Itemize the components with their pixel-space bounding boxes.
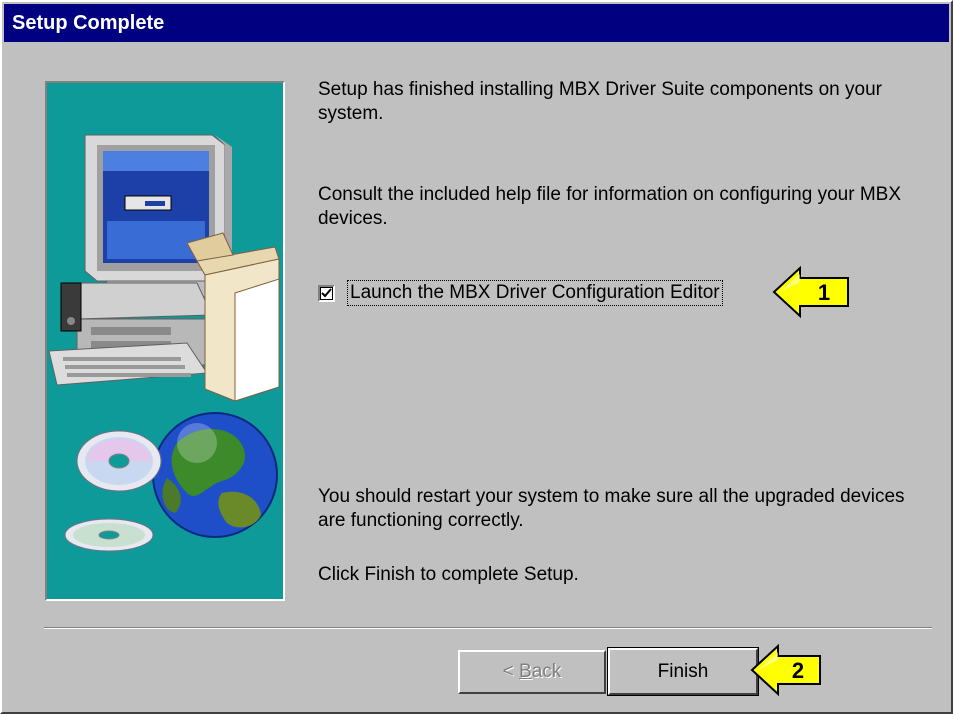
left-arrow-callout-icon: 1 — [772, 265, 849, 319]
computer-cd-globe-icon — [48, 134, 280, 552]
launch-editor-option[interactable]: Launch the MBX Driver Configuration Edit… — [318, 278, 723, 308]
back-button[interactable]: < Back — [458, 650, 606, 694]
setup-illustration-panel — [45, 81, 285, 601]
setup-complete-dialog: Setup Complete Setup has finished instal… — [0, 0, 953, 714]
finish-instruction-text: Click Finish to complete Setup. — [318, 564, 579, 585]
callout-2-number: 2 — [792, 658, 804, 683]
help-file-text: Consult the included help file for infor… — [318, 184, 901, 229]
back-button-rest: ack — [531, 661, 562, 682]
launch-editor-checkbox[interactable] — [318, 284, 335, 302]
callout-1: 1 — [772, 264, 852, 325]
left-arrow-callout-icon: 2 — [750, 643, 821, 697]
callout-1-number: 1 — [818, 280, 830, 305]
check-mark-icon — [321, 287, 332, 297]
finish-button[interactable]: Finish — [607, 647, 759, 696]
finish-button-label: Finish — [657, 661, 709, 682]
back-button-mnemonic: B — [519, 661, 532, 682]
button-separator — [44, 627, 932, 629]
restart-advice-text: You should restart your system to make s… — [318, 486, 905, 531]
launch-editor-label[interactable]: Launch the MBX Driver Configuration Edit… — [347, 280, 723, 306]
callout-2: 2 — [750, 642, 830, 703]
title-bar: Setup Complete — [4, 4, 949, 42]
window-title: Setup Complete — [12, 12, 165, 34]
back-button-prefix: < — [502, 661, 520, 682]
install-finished-text: Setup has finished installing MBX Driver… — [318, 79, 882, 124]
